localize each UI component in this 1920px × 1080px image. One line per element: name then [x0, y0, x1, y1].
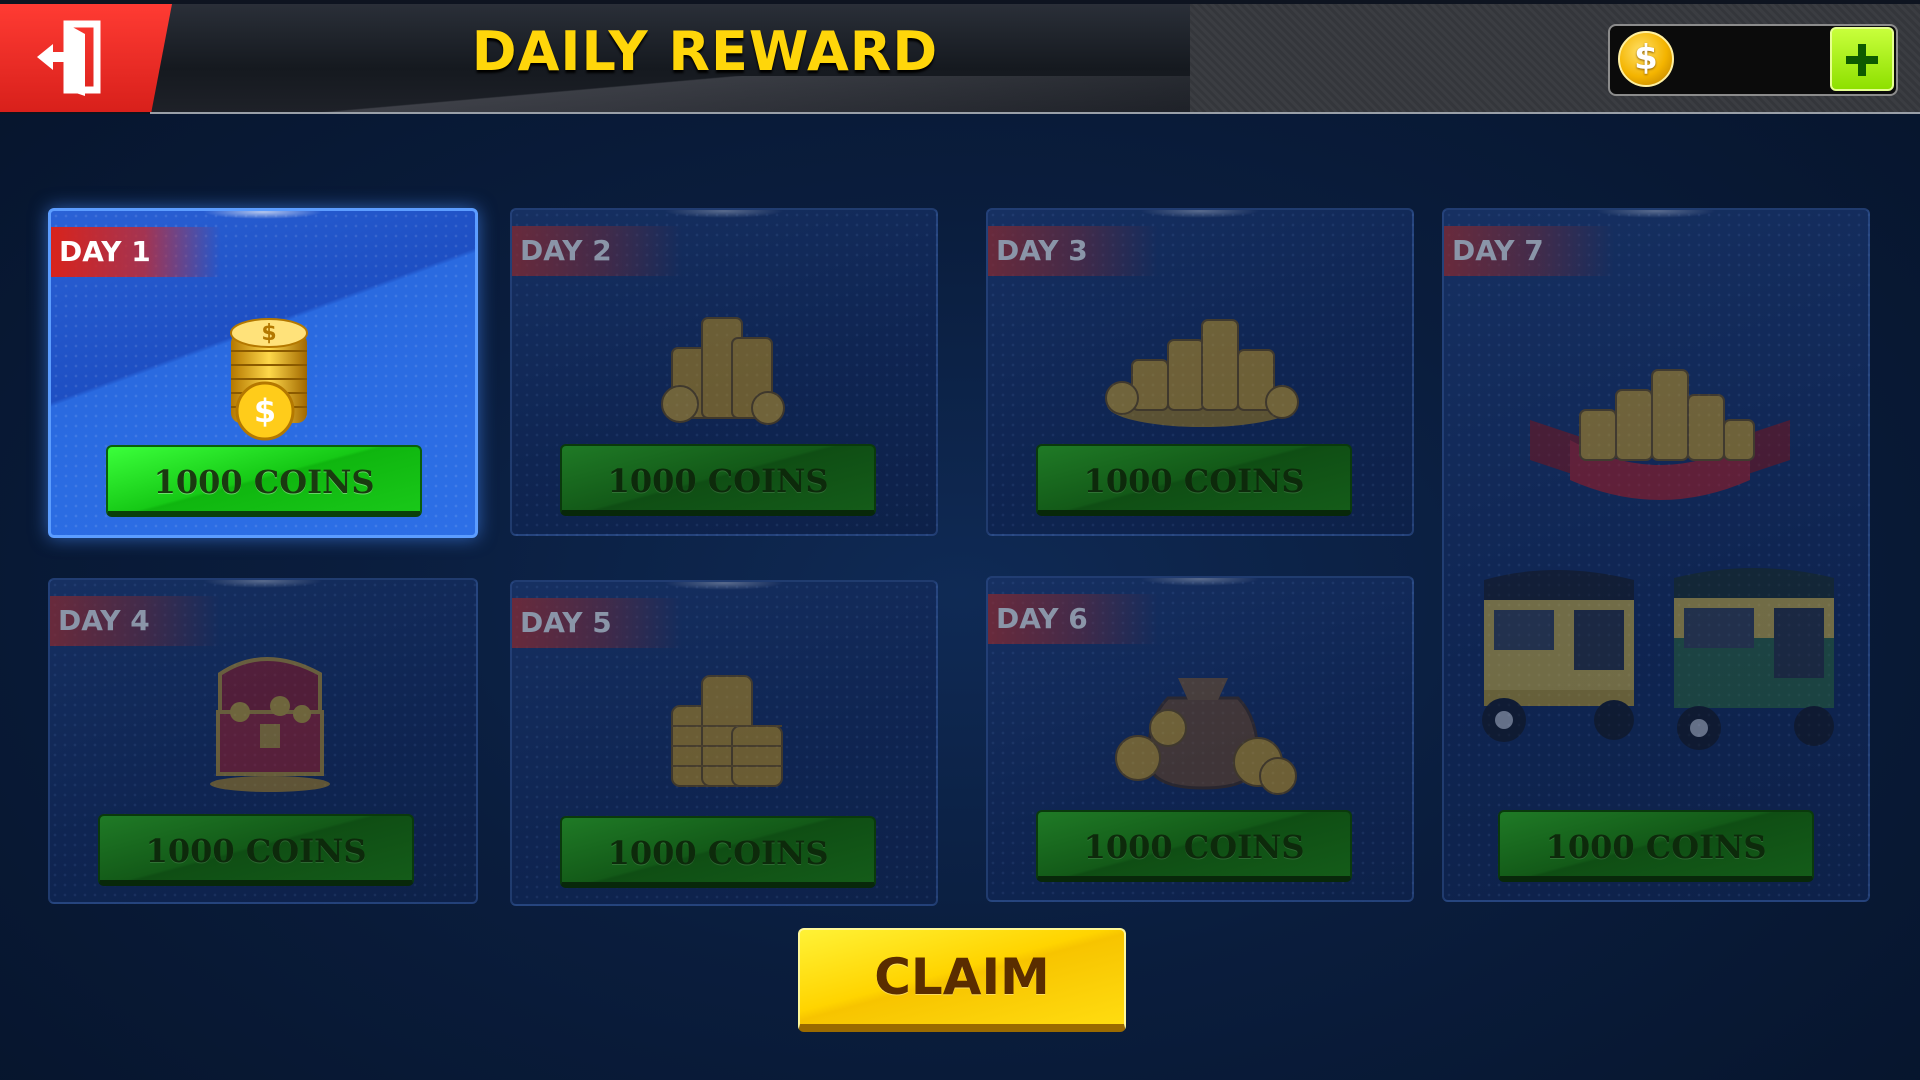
green-rickshaw-icon [1674, 568, 1834, 750]
day-card-4[interactable]: DAY 4 1000 COINS [48, 578, 478, 904]
coin-towers-icon [671, 675, 783, 787]
coin-balance: $ [1608, 24, 1898, 96]
card-glow [203, 580, 323, 588]
coin-bag-icon [1115, 678, 1297, 795]
coin-heap-icon [1105, 319, 1299, 427]
claim-button[interactable]: CLAIM [798, 928, 1126, 1032]
reward-button[interactable]: 1000 COINS [1498, 810, 1814, 882]
day-label: DAY 4 [50, 596, 220, 646]
yellow-rickshaw-icon [1482, 570, 1634, 742]
page-title: DAILY REWARD [471, 20, 939, 83]
day-label: DAY 3 [988, 226, 1158, 276]
reward-button[interactable]: 1000 COINS [98, 814, 414, 886]
card-glow [664, 582, 784, 590]
reward-button[interactable]: 1000 COINS [1036, 810, 1352, 882]
card-glow [203, 211, 323, 219]
day-card-7[interactable]: DAY 7 1000 COINS [1442, 208, 1870, 902]
reward-button[interactable]: 1000 COINS [1036, 444, 1352, 516]
svg-text:$: $ [254, 392, 276, 430]
day-card-2[interactable]: DAY 2 1000 COINS [510, 208, 938, 536]
exit-door-icon [37, 20, 101, 96]
day-card-1[interactable]: DAY 1 $ $ 1000 COINS [48, 208, 478, 538]
treasure-chest-icon [210, 657, 330, 792]
reward-button[interactable]: 1000 COINS [560, 816, 876, 888]
day-label: DAY 2 [512, 226, 682, 276]
day-card-3[interactable]: DAY 3 1000 COINS [986, 208, 1414, 536]
add-coins-button[interactable] [1830, 27, 1894, 91]
day-label: DAY 7 [1444, 226, 1614, 276]
day-label: DAY 5 [512, 598, 682, 648]
card-glow [1140, 210, 1260, 218]
day-card-6[interactable]: DAY 6 1000 COINS [986, 576, 1414, 902]
coin-stack-icon: $ $ [230, 318, 308, 441]
day-card-5[interactable]: DAY 5 1000 COINS [510, 580, 938, 906]
day-label: DAY 6 [988, 594, 1158, 644]
card-glow [664, 210, 784, 218]
reward-button[interactable]: 1000 COINS [560, 444, 876, 516]
reward-button[interactable]: 1000 COINS [106, 445, 422, 517]
top-bar: DAILY REWARD $ [0, 0, 1920, 114]
card-glow [1140, 578, 1260, 586]
card-glow [1596, 210, 1716, 218]
svg-text:$: $ [261, 321, 276, 346]
exit-button[interactable] [0, 4, 172, 112]
coin-piles-icon [661, 317, 785, 425]
day-label: DAY 1 [51, 227, 221, 277]
coin-heap-ribbon-icon [1530, 369, 1790, 500]
coin-icon: $ [1618, 31, 1674, 87]
